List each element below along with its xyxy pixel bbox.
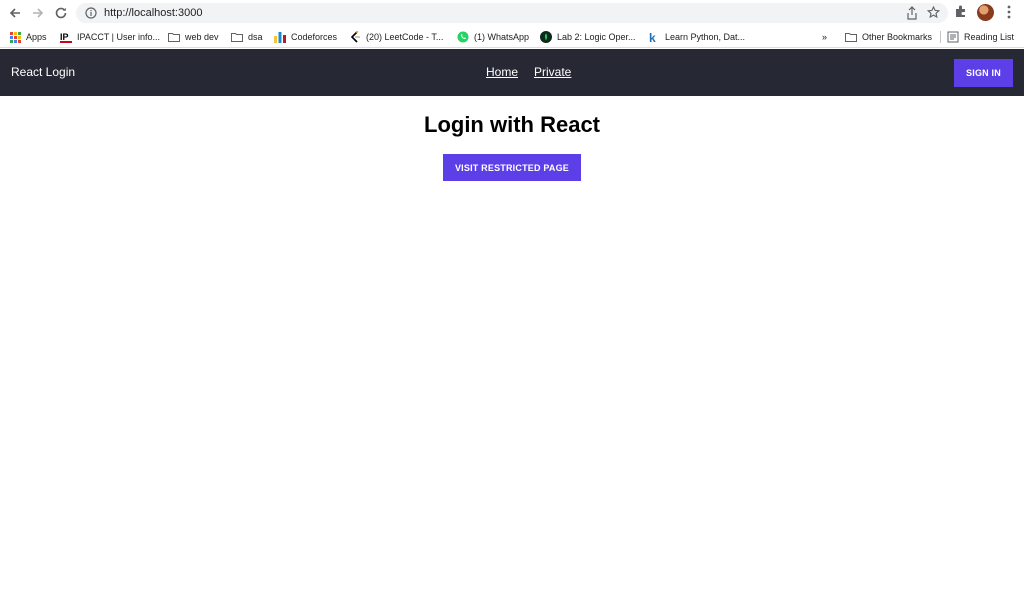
page-title: Login with React: [424, 112, 600, 137]
bookmark-label: Apps: [26, 32, 47, 42]
url-text[interactable]: http://localhost:3000: [104, 7, 202, 19]
address-bar[interactable]: http://localhost:3000: [76, 3, 948, 23]
bookmark-label: (1) WhatsApp: [474, 32, 530, 42]
bookmark-label: dsa: [248, 32, 263, 42]
bookmarks-divider: [940, 31, 941, 43]
k-icon: k: [648, 31, 660, 43]
browser-toolbar: http://localhost:3000: [0, 0, 1024, 26]
codeforces-icon: [274, 31, 286, 43]
whatsapp-icon: [457, 31, 469, 43]
folder-icon: [168, 31, 180, 43]
forward-button[interactable]: [28, 3, 48, 23]
reading-list[interactable]: Reading List: [947, 29, 1014, 45]
bookmark-learn-python[interactable]: k Learn Python, Dat...: [648, 29, 745, 45]
bookmarks-overflow-button[interactable]: »: [822, 29, 827, 45]
nav-link-private[interactable]: Private: [534, 65, 571, 79]
bookmark-codeforces[interactable]: Codeforces: [274, 29, 337, 45]
bookmark-label: Learn Python, Dat...: [665, 32, 746, 42]
kebab-menu-icon[interactable]: [1007, 5, 1011, 24]
forward-arrow-icon: [33, 8, 44, 18]
bookmark-lab2[interactable]: Lab 2: Logic Oper...: [540, 29, 636, 45]
visit-restricted-page-button[interactable]: VISIT RESTRICTED PAGE: [443, 154, 581, 181]
bookmark-label: Reading List: [964, 32, 1015, 42]
extensions-puzzle-icon[interactable]: [954, 4, 968, 23]
profile-avatar[interactable]: [977, 4, 994, 21]
info-icon[interactable]: [84, 6, 98, 20]
svg-text:IP: IP: [60, 32, 69, 42]
bookmark-label: IPACCT | User info...: [77, 32, 161, 42]
brand-title[interactable]: React Login: [11, 65, 75, 79]
bookmark-label: Codeforces: [291, 32, 338, 42]
bookmark-label: (20) LeetCode - T...: [366, 32, 444, 42]
bookmark-label: Other Bookmarks: [862, 32, 933, 42]
svg-text:k: k: [649, 31, 656, 43]
back-button[interactable]: [5, 3, 25, 23]
bookmark-ipacct[interactable]: IP IPACCT | User info...: [60, 29, 160, 45]
folder-icon: [845, 31, 857, 43]
reading-list-icon: [947, 31, 959, 43]
sign-in-button[interactable]: SIGN IN: [954, 59, 1013, 87]
bookmark-apps[interactable]: Apps: [9, 29, 47, 45]
lab-icon: [540, 31, 552, 43]
ipacct-icon: IP: [60, 31, 72, 43]
reload-button[interactable]: [51, 3, 71, 23]
folder-icon: [231, 31, 243, 43]
app-navbar: React Login Home Private SIGN IN: [0, 49, 1024, 96]
leetcode-icon: [349, 31, 361, 43]
share-icon[interactable]: [906, 6, 918, 25]
bookmark-label: web dev: [185, 32, 219, 42]
nav-link-home[interactable]: Home: [486, 65, 518, 79]
bookmarks-bar: Apps IP IPACCT | User info... web dev ds…: [0, 26, 1024, 48]
bookmark-leetcode[interactable]: (20) LeetCode - T...: [349, 29, 443, 45]
bookmark-star-icon[interactable]: [926, 5, 941, 24]
apps-grid-icon: [9, 31, 21, 43]
reload-icon: [55, 7, 67, 19]
bookmark-label: Lab 2: Logic Oper...: [557, 32, 636, 42]
chevron-double-right-icon: »: [822, 32, 828, 42]
bookmark-dsa[interactable]: dsa: [231, 29, 263, 45]
bookmark-web-dev[interactable]: web dev: [168, 29, 219, 45]
other-bookmarks[interactable]: Other Bookmarks: [845, 29, 932, 45]
back-arrow-icon: [9, 8, 20, 18]
bookmark-whatsapp[interactable]: (1) WhatsApp: [457, 29, 529, 45]
